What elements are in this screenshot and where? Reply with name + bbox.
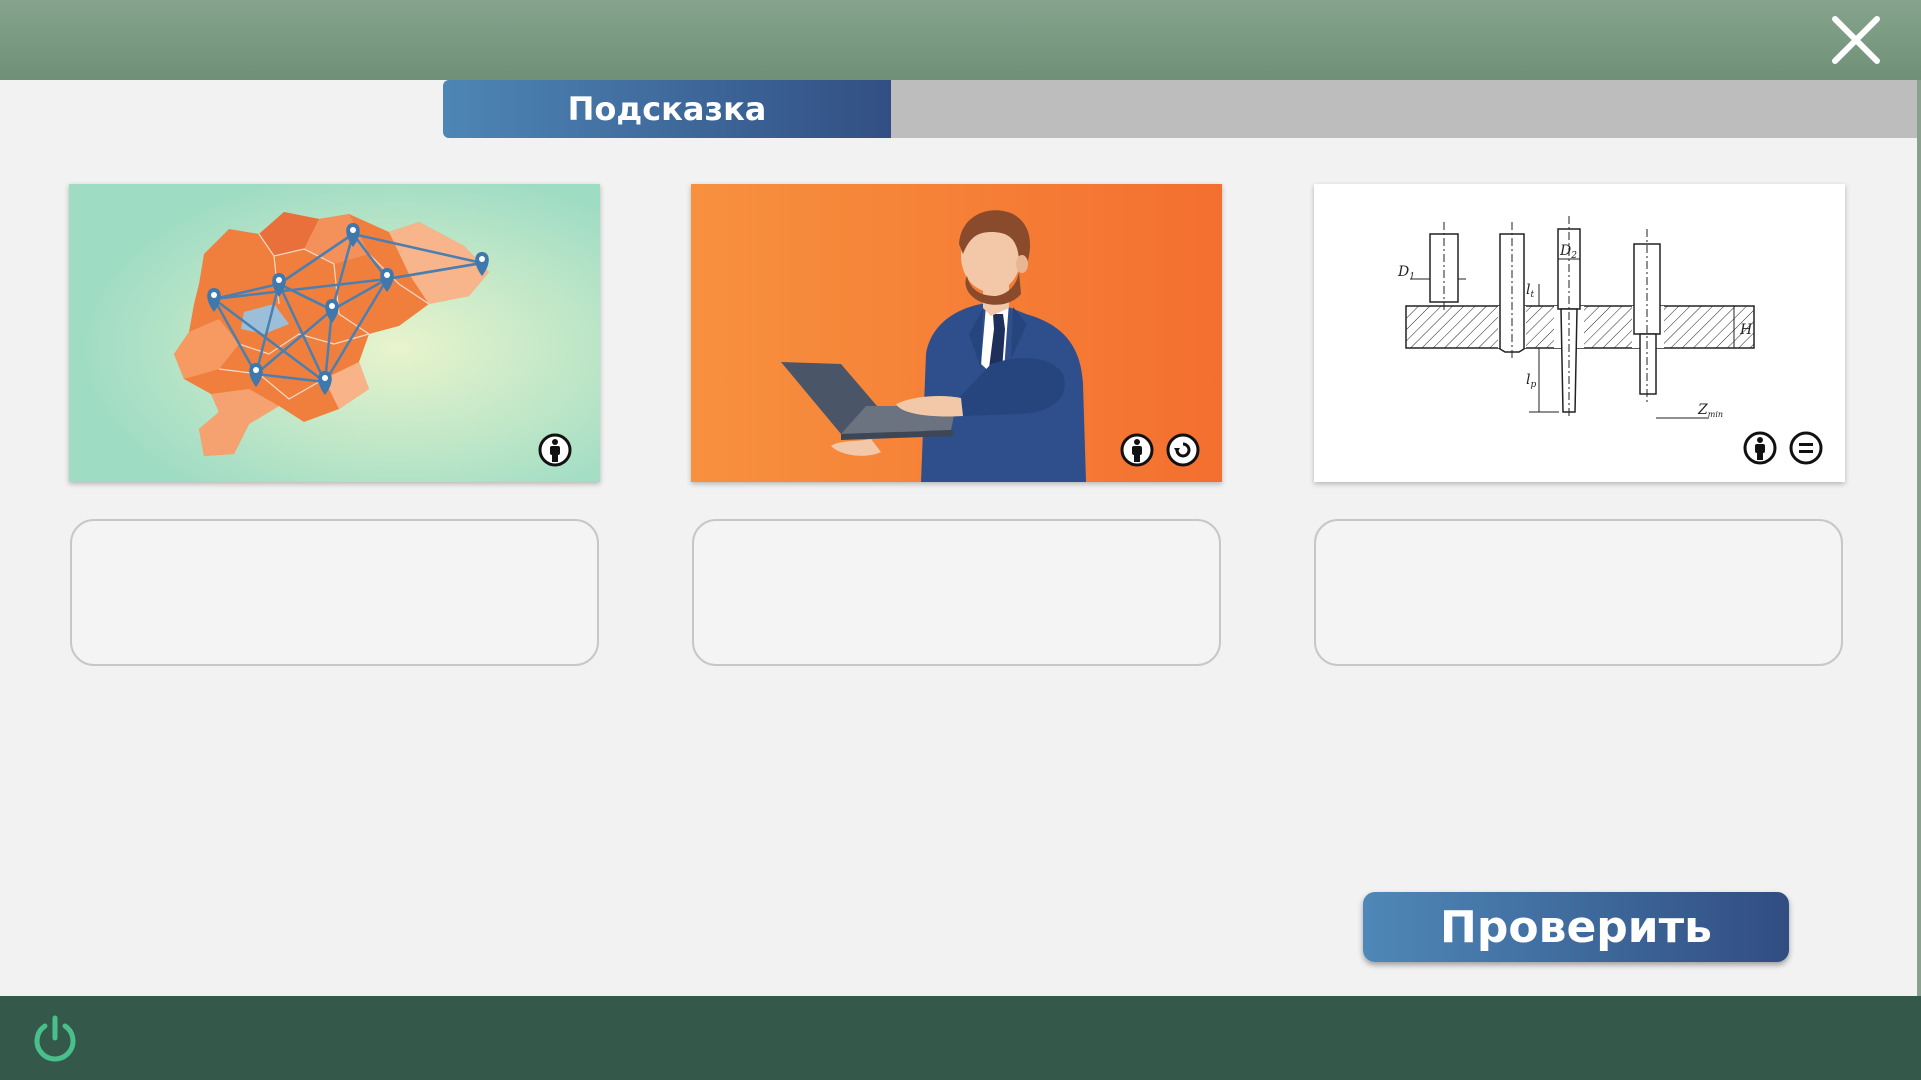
close-icon[interactable] <box>1829 14 1883 66</box>
answer-field-2[interactable] <box>692 519 1221 666</box>
bottom-bar <box>0 996 1921 1080</box>
card-image-drawing: D1 D2 lt lp H Zmin <box>1314 184 1845 482</box>
check-button-label: Проверить <box>1440 901 1712 953</box>
tab-bar-background <box>890 80 1917 138</box>
check-button[interactable]: Проверить <box>1363 892 1789 962</box>
cc-by-icon <box>538 433 572 467</box>
svg-text:H: H <box>1739 322 1753 338</box>
power-icon[interactable] <box>28 1012 82 1066</box>
cc-sa-icon <box>1166 433 1200 467</box>
tab-hint[interactable]: Подсказка <box>443 80 891 138</box>
top-bar <box>0 0 1921 80</box>
tab-hint-label: Подсказка <box>567 90 767 128</box>
side-strip <box>1917 80 1921 996</box>
answer-field-1[interactable] <box>70 519 599 666</box>
cc-by-icon <box>1743 431 1777 465</box>
card-image-businessman <box>691 184 1222 482</box>
cc-nd-icon <box>1789 431 1823 465</box>
cc-by-icon <box>1120 433 1154 467</box>
answer-field-3[interactable] <box>1314 519 1843 666</box>
card-image-map <box>69 184 600 482</box>
